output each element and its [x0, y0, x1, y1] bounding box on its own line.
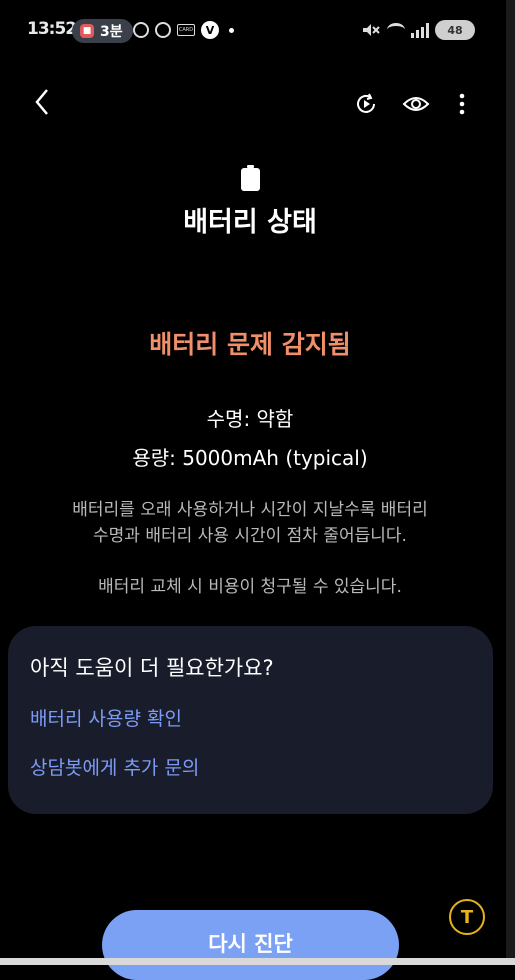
view-button[interactable] [400, 88, 432, 120]
status-icons-left: CARD V [133, 21, 234, 39]
notification-pill[interactable]: ■ 3분 [72, 19, 133, 43]
lifespan-value: 수명: 약함 [206, 407, 294, 431]
status-icons-right: 48 [361, 20, 475, 40]
battery-warning: 배터리 문제 감지됨 [149, 330, 351, 359]
battery-level: 48 [447, 23, 463, 37]
battery-icon: 48 [435, 20, 475, 40]
wifi-icon [387, 23, 405, 37]
back-button[interactable] [22, 78, 62, 126]
chatbot-inquiry-link[interactable]: 상담봇에게 추가 문의 [30, 753, 199, 780]
app-bar [0, 78, 515, 130]
description: 배터리를 오래 사용하거나 시간이 지날수록 배터리 수명과 배터리 사용 시간… [40, 497, 460, 549]
v-app-icon: V [201, 21, 219, 39]
train-icon: ■ [80, 24, 94, 38]
screen-edge [506, 0, 515, 965]
page-title: 배터리 상태 [183, 207, 317, 238]
text-recognition-button[interactable]: T [449, 899, 485, 935]
replay-button[interactable] [350, 88, 382, 120]
description-line: 배터리를 오래 사용하거나 시간이 지날수록 배터리 [72, 500, 428, 520]
eye-icon [402, 97, 430, 111]
help-card: 아직 도움이 더 필요한가요? 배터리 사용량 확인 상담봇에게 추가 문의 [8, 626, 493, 814]
help-question: 아직 도움이 더 필요한가요? [30, 656, 274, 680]
chevron-left-icon [35, 89, 48, 115]
description-line: 수명과 배터리 사용 시간이 점차 줄어듭니다. [93, 526, 407, 546]
more-notifications-dot [229, 27, 234, 33]
status-bar: 13:52 ■ 3분 CARD V 48 [0, 0, 515, 62]
status-time: 13:52 [27, 19, 77, 39]
openai-icon [155, 22, 171, 38]
card-icon: CARD [177, 24, 195, 36]
replay-icon [357, 93, 375, 113]
text-recognition-icon: T [460, 906, 474, 928]
signal-icon [411, 22, 429, 38]
rediagnose-button[interactable]: 다시 진단 [102, 910, 399, 980]
battery-icon [241, 165, 260, 191]
more-options-button[interactable] [446, 88, 478, 120]
rediagnose-label: 다시 진단 [208, 932, 293, 956]
more-vertical-icon [459, 93, 465, 115]
replacement-notice: 배터리 교체 시 비용이 청구될 수 있습니다. [98, 577, 402, 597]
notification-pill-label: 3분 [100, 24, 123, 40]
capacity-value: 용량: 5000mAh (typical) [132, 446, 368, 470]
app-notification-icon [133, 22, 149, 38]
mute-icon [363, 24, 380, 36]
battery-usage-link[interactable]: 배터리 사용량 확인 [30, 704, 182, 731]
taskbar-strip [0, 958, 515, 965]
